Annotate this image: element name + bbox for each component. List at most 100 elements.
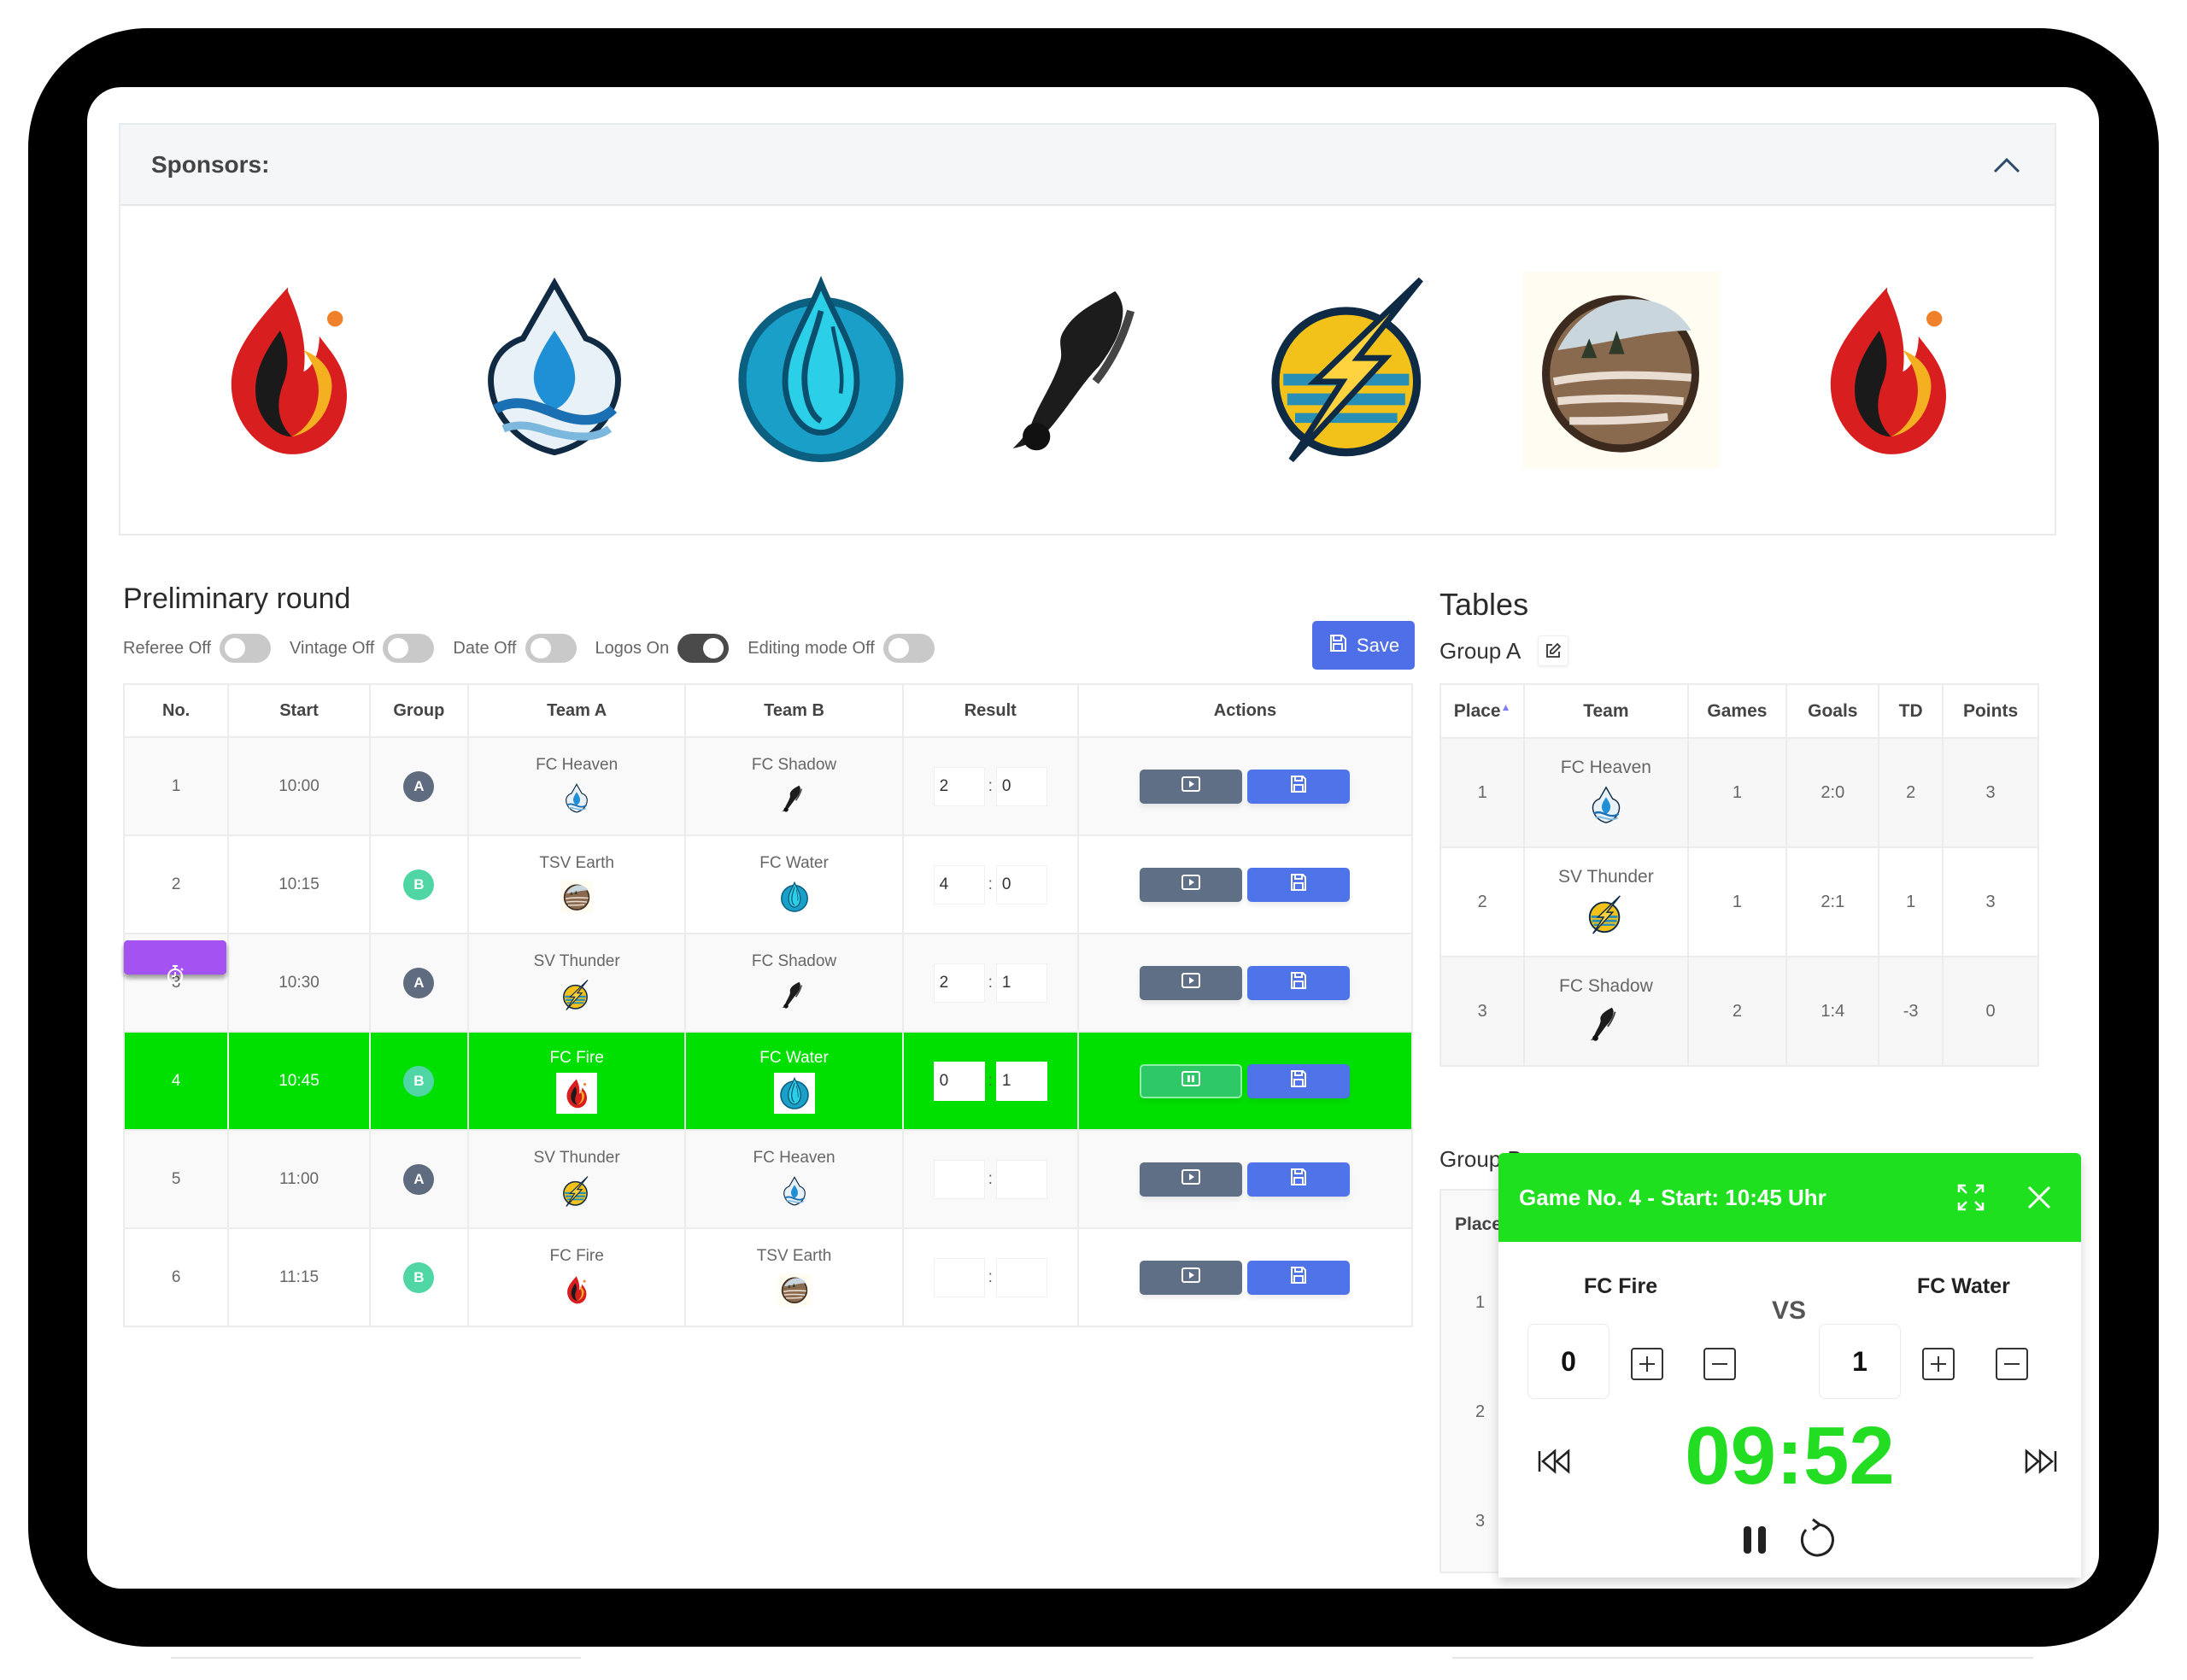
increment-team-b-button[interactable] <box>1922 1348 1955 1380</box>
row-actions <box>124 769 1411 984</box>
popup-team-a: FC Fire <box>1584 1274 1658 1298</box>
play-game-button[interactable] <box>1140 1162 1243 1197</box>
play-icon <box>1181 776 1201 798</box>
toggle-switch[interactable] <box>677 634 730 663</box>
toggle-switch[interactable] <box>882 634 935 663</box>
goals: 2:1 <box>1785 846 1880 957</box>
column-header[interactable]: Actions <box>1076 683 1414 738</box>
floppy-disk-icon <box>1289 775 1308 799</box>
column-header[interactable]: Group <box>368 683 469 738</box>
score-team-b[interactable]: 1 <box>1819 1324 1901 1399</box>
standings-column-header[interactable]: Games <box>1686 683 1788 739</box>
shadow-logo[interactable] <box>976 242 1199 498</box>
heaven-logo[interactable] <box>443 242 665 498</box>
standings-column-header[interactable]: Goals <box>1785 683 1880 739</box>
thunder-logo[interactable] <box>1243 242 1465 498</box>
toggle-knob <box>225 638 246 659</box>
score-separator: : <box>988 1169 993 1188</box>
water-logo-icon <box>778 878 811 916</box>
fire-logo[interactable] <box>1776 242 1998 498</box>
score-a-input[interactable] <box>933 1257 985 1297</box>
team-name: SV Thunder <box>1558 867 1654 887</box>
earth-logo-icon <box>777 1271 811 1308</box>
column-header[interactable]: Team B <box>684 683 904 738</box>
score-b-input[interactable] <box>995 963 1047 1003</box>
pause-icon[interactable] <box>1733 1516 1776 1564</box>
score-b-input[interactable] <box>995 1257 1047 1297</box>
score-a-input[interactable] <box>933 864 985 904</box>
save-row-button[interactable] <box>1247 1063 1351 1098</box>
fire-logo[interactable] <box>177 242 399 498</box>
edit-icon[interactable] <box>1538 635 1569 666</box>
tables-title: Tables <box>1439 587 1529 622</box>
column-header[interactable]: Team A <box>466 683 687 738</box>
team-cell: FC Shadow <box>1525 976 1686 1046</box>
standings-row: 3 FC Shadow 2 1:4 -3 0 <box>1439 956 2039 1067</box>
play-game-button[interactable] <box>1140 867 1243 902</box>
pause-game-button[interactable] <box>1140 1063 1243 1098</box>
save-row-button[interactable] <box>1247 1260 1351 1295</box>
team-a-name: FC Fire <box>549 1048 604 1067</box>
score-a-input[interactable] <box>933 963 985 1003</box>
row-actions <box>124 940 1411 1197</box>
score-team-a[interactable]: 0 <box>1527 1324 1609 1399</box>
team-a-name: FC Fire <box>549 1246 604 1265</box>
score-a-input[interactable] <box>933 766 985 806</box>
save-button[interactable]: Save <box>1312 621 1415 670</box>
team-a-name: SV Thunder <box>533 1148 620 1167</box>
earth-logo[interactable] <box>1510 242 1732 498</box>
water-logo[interactable] <box>710 242 932 498</box>
play-game-button[interactable] <box>1140 965 1243 1000</box>
shadow-logo-icon <box>1586 1002 1627 1046</box>
game-row: 6 11:15 B FC Fire TSV Earth : <box>122 940 1414 1327</box>
save-row-button[interactable] <box>1247 1162 1351 1197</box>
play-game-button[interactable] <box>1140 769 1243 804</box>
decrement-team-b-button[interactable] <box>1996 1348 2028 1380</box>
column-header[interactable]: Start <box>227 683 371 738</box>
score-b-input[interactable] <box>995 1159 1047 1199</box>
toggle-switch[interactable] <box>220 634 272 663</box>
toggle-switch[interactable] <box>525 634 577 663</box>
increment-team-a-button[interactable] <box>1631 1348 1663 1380</box>
group-a-heading: Group A <box>1439 635 1569 666</box>
score-b-input[interactable] <box>995 1061 1047 1101</box>
timer-button[interactable] <box>124 940 226 984</box>
save-row-button[interactable] <box>1247 965 1351 1000</box>
play-game-button[interactable] <box>1140 1260 1243 1295</box>
toggle-knob <box>703 638 724 659</box>
column-header[interactable]: Result <box>901 683 1079 738</box>
save-row-button[interactable] <box>1247 867 1351 902</box>
standings-column-header[interactable]: Points <box>1942 683 2039 739</box>
reset-icon[interactable] <box>1793 1516 1836 1564</box>
team-a-name: TSV Earth <box>539 853 614 872</box>
decrement-team-a-button[interactable] <box>1703 1348 1736 1380</box>
column-header[interactable]: No. <box>122 683 230 738</box>
standings-column-header[interactable]: Place▲ <box>1439 683 1526 739</box>
game-group: A <box>368 933 469 1033</box>
earth-logo-icon <box>560 878 594 916</box>
team-b-name: FC Water <box>759 1048 829 1067</box>
thunder-logo-icon <box>560 976 593 1014</box>
toggle-label: Editing mode Off <box>748 638 875 658</box>
goal-difference: -3 <box>1878 956 1944 1067</box>
vs-label: VS <box>1772 1297 1807 1325</box>
score-b-input[interactable] <box>995 864 1047 904</box>
group-badge: B <box>403 869 435 900</box>
sponsors-header[interactable]: Sponsors: <box>120 125 2055 206</box>
score-a-input[interactable] <box>933 1061 985 1101</box>
score-a-input[interactable] <box>933 1159 985 1199</box>
close-icon[interactable] <box>2018 1176 2061 1219</box>
score-b-input[interactable] <box>995 766 1047 806</box>
standings-column-header[interactable]: TD <box>1878 683 1944 739</box>
toggle-switch[interactable] <box>383 634 435 663</box>
play-icon <box>1181 874 1201 896</box>
save-row-button[interactable] <box>1247 769 1351 804</box>
points: 3 <box>1942 846 2039 957</box>
standings-column-header[interactable]: Team <box>1523 683 1689 739</box>
team-a-name: SV Thunder <box>533 951 620 970</box>
skip-forward-icon[interactable] <box>2023 1448 2059 1475</box>
floppy-disk-icon <box>1289 873 1308 897</box>
expand-icon[interactable] <box>1950 1176 1992 1219</box>
chevron-up-icon[interactable] <box>1990 148 2024 182</box>
team-a-cell: SV Thunder <box>469 952 685 1014</box>
